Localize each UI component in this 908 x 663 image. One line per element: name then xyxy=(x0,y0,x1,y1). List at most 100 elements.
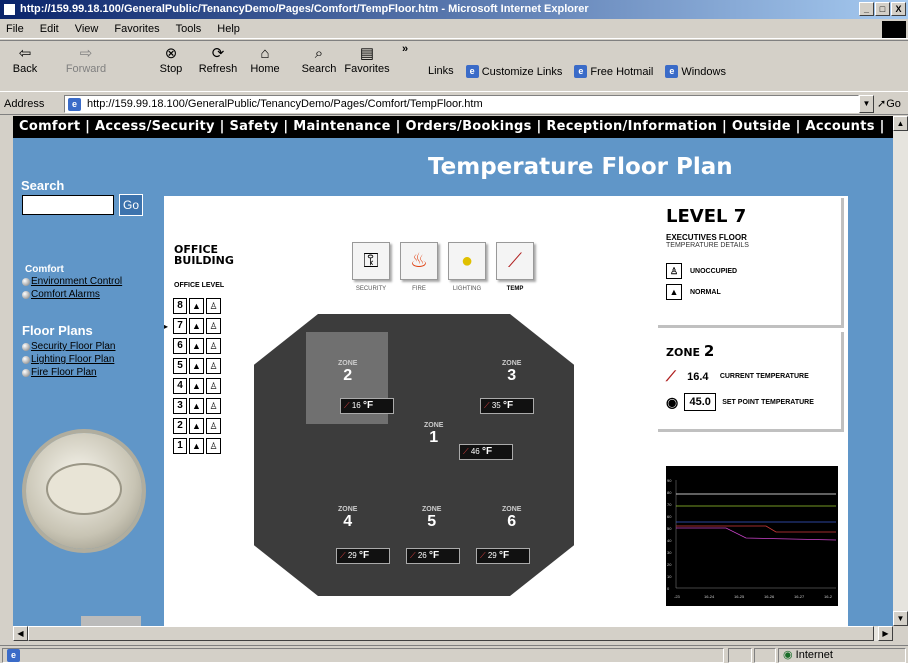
scroll-right-arrow-icon[interactable]: ▶ xyxy=(878,626,893,641)
ie-page-icon: e xyxy=(574,65,588,78)
floor-selector: 8 ▲ ♙ ▸ 7 ▲ ♙ 6 ▲ ♙ 5 ▲ ♙ 4 ▲ ♙ 3 ▲ ♙ 2 ▲ ♙ 1 ▲ ♙ xyxy=(164,298,221,458)
link-lighting-floor-plan[interactable]: Lighting Floor Plan xyxy=(22,354,114,365)
dial-icon[interactable]: ◉ xyxy=(666,394,678,411)
y-tick-label: 70 xyxy=(667,502,672,507)
menu-edit[interactable]: Edit xyxy=(40,23,59,35)
floor-row-8[interactable]: 8 ▲ ♙ xyxy=(173,298,221,314)
security-category-button[interactable]: ⚿ xyxy=(352,242,390,280)
link-customize[interactable]: e Customize Links xyxy=(465,65,562,78)
link-windows[interactable]: e Windows xyxy=(665,65,726,78)
scroll-left-arrow-icon[interactable]: ◀ xyxy=(13,626,28,641)
menu-favorites[interactable]: Favorites xyxy=(114,23,159,35)
horizontal-scroll-thumb[interactable] xyxy=(28,626,874,641)
status-message: e xyxy=(2,648,724,663)
page-title: Temperature Floor Plan xyxy=(428,154,733,180)
y-tick-label: 60 xyxy=(667,514,672,519)
zone-1-temp: ⟋ 46 °F xyxy=(459,444,513,460)
y-tick-label: 20 xyxy=(667,562,672,567)
menu-tools[interactable]: Tools xyxy=(176,23,202,35)
x-tick-label: 16-26 xyxy=(764,594,775,599)
fire-category-button[interactable]: ♨ xyxy=(400,242,438,280)
scroll-up-arrow-icon[interactable]: ▲ xyxy=(893,116,908,131)
zone-2[interactable]: ZONE 2 xyxy=(338,360,357,385)
ie-icon xyxy=(3,3,16,16)
temp-category-button[interactable]: ⟋ xyxy=(496,242,534,280)
y-tick-label: 90 xyxy=(667,478,672,483)
floor-row-5[interactable]: 5 ▲ ♙ xyxy=(173,358,221,374)
level-details: TEMPERATURE DETAILS xyxy=(666,242,749,249)
link-security-floor-plan[interactable]: Security Floor Plan xyxy=(22,341,115,352)
window-title: http://159.99.18.100/GeneralPublic/Tenan… xyxy=(20,3,589,15)
horizontal-scrollbar[interactable]: ◀ ▶ xyxy=(13,626,893,641)
zone-3[interactable]: ZONE 3 xyxy=(502,360,521,385)
search-button[interactable]: ⌕ Search xyxy=(300,45,338,75)
address-input[interactable]: http://159.99.18.100/GeneralPublic/Tenan… xyxy=(64,95,859,113)
ie-page-icon: e xyxy=(7,649,20,662)
menu-help[interactable]: Help xyxy=(217,23,240,35)
floor-plan-map[interactable]: ZONE 2 ZONE 3 ZONE 1 ZONE 4 ZONE 5 ZONE 6 ⟋ 16… xyxy=(254,314,574,596)
fire-label: FIRE xyxy=(412,286,426,292)
favorites-icon: ▤ xyxy=(359,45,375,62)
menu-view[interactable]: View xyxy=(75,23,99,35)
search-input[interactable] xyxy=(22,195,114,215)
lighting-category-button[interactable]: ● xyxy=(448,242,486,280)
zone-4[interactable]: ZONE 4 xyxy=(338,506,357,531)
close-button[interactable]: X xyxy=(891,2,906,16)
top-navigation[interactable]: Comfort | Access/Security | Safety | Mai… xyxy=(13,116,893,138)
zone-6[interactable]: ZONE 6 xyxy=(502,506,521,531)
x-tick-label: 16-24 xyxy=(704,594,715,599)
favorites-button[interactable]: ▤ Favorites xyxy=(342,45,392,75)
refresh-button[interactable]: ⟳ Refresh xyxy=(198,45,238,75)
person-icon: ♙ xyxy=(206,418,221,434)
zone-4-temp: ⟋ 29 °F xyxy=(336,548,390,564)
legend-unoccupied: ♙ UNOCCUPIED xyxy=(658,263,841,279)
y-tick-label: 50 xyxy=(667,526,672,531)
alarm-bell-icon: ▲ xyxy=(189,298,204,314)
alarm-bell-icon: ▲ xyxy=(189,338,204,354)
link-fire-floor-plan[interactable]: Fire Floor Plan xyxy=(22,367,97,378)
forward-button[interactable]: ⇨ Forward xyxy=(62,45,110,75)
floor-row-3[interactable]: 3 ▲ ♙ xyxy=(173,398,221,414)
set-point-row: ◉ 45.0 SET POINT TEMPERATURE xyxy=(666,393,814,411)
scroll-down-arrow-icon[interactable]: ▼ xyxy=(893,611,908,626)
address-bar: Address http://159.99.18.100/GeneralPubl… xyxy=(0,93,908,115)
alarm-bell-icon: ▲ xyxy=(189,358,204,374)
alarm-bell-icon: ▲ xyxy=(189,318,204,334)
floor-row-2[interactable]: 2 ▲ ♙ xyxy=(173,418,221,434)
floor-row-1[interactable]: 1 ▲ ♙ xyxy=(173,438,221,454)
y-tick-label: 80 xyxy=(667,490,672,495)
link-environment-control[interactable]: Environment Control xyxy=(22,276,122,287)
current-temperature-row: ⟋ 16.4 CURRENT TEMPERATURE xyxy=(666,368,809,384)
zone-1[interactable]: ZONE 1 xyxy=(424,422,443,447)
floor-row-7[interactable]: ▸ 7 ▲ ♙ xyxy=(164,318,221,334)
address-go-button[interactable]: ➚Go xyxy=(877,97,901,110)
link-hotmail[interactable]: e Free Hotmail xyxy=(574,65,653,78)
links-label: Links xyxy=(428,65,454,77)
person-icon: ♙ xyxy=(206,398,221,414)
building-image xyxy=(81,616,141,626)
back-button[interactable]: ⇦ Back xyxy=(8,45,42,75)
y-tick-label: 0 xyxy=(667,586,670,591)
menu-file[interactable]: File xyxy=(6,23,24,35)
ie-page-icon: e xyxy=(465,65,479,78)
stop-icon: ⊗ xyxy=(164,45,178,62)
vertical-scrollbar[interactable]: ▲ ▼ xyxy=(893,116,908,626)
zone-2-temp: ⟋ 16 °F xyxy=(340,398,394,414)
temp-label: TEMP xyxy=(506,286,524,292)
search-go-button[interactable]: Go xyxy=(119,194,143,216)
office-building-title: OFFICE BUILDING xyxy=(174,243,234,267)
toolbar-overflow-button[interactable]: » xyxy=(402,43,408,55)
maximize-button[interactable]: □ xyxy=(875,2,890,16)
address-dropdown-button[interactable]: ▼ xyxy=(859,95,874,113)
floor-row-4[interactable]: 4 ▲ ♙ xyxy=(173,378,221,394)
stop-button[interactable]: ⊗ Stop xyxy=(158,45,184,75)
thermometer-icon: ⟋ xyxy=(344,401,352,410)
floor-row-6[interactable]: 6 ▲ ♙ xyxy=(173,338,221,354)
zone-5[interactable]: ZONE 5 xyxy=(422,506,441,531)
temperature-trend-chart: 90 80 70 60 50 40 30 20 10 0 -23 16-24 16-25 16-26 16-… xyxy=(666,466,838,606)
link-comfort-alarms[interactable]: Comfort Alarms xyxy=(22,289,100,300)
person-icon: ♙ xyxy=(206,318,221,334)
home-button[interactable]: ⌂ Home xyxy=(250,45,280,75)
minimize-button[interactable]: _ xyxy=(859,2,874,16)
page-content: Comfort | Access/Security | Safety | Mai… xyxy=(13,116,893,626)
